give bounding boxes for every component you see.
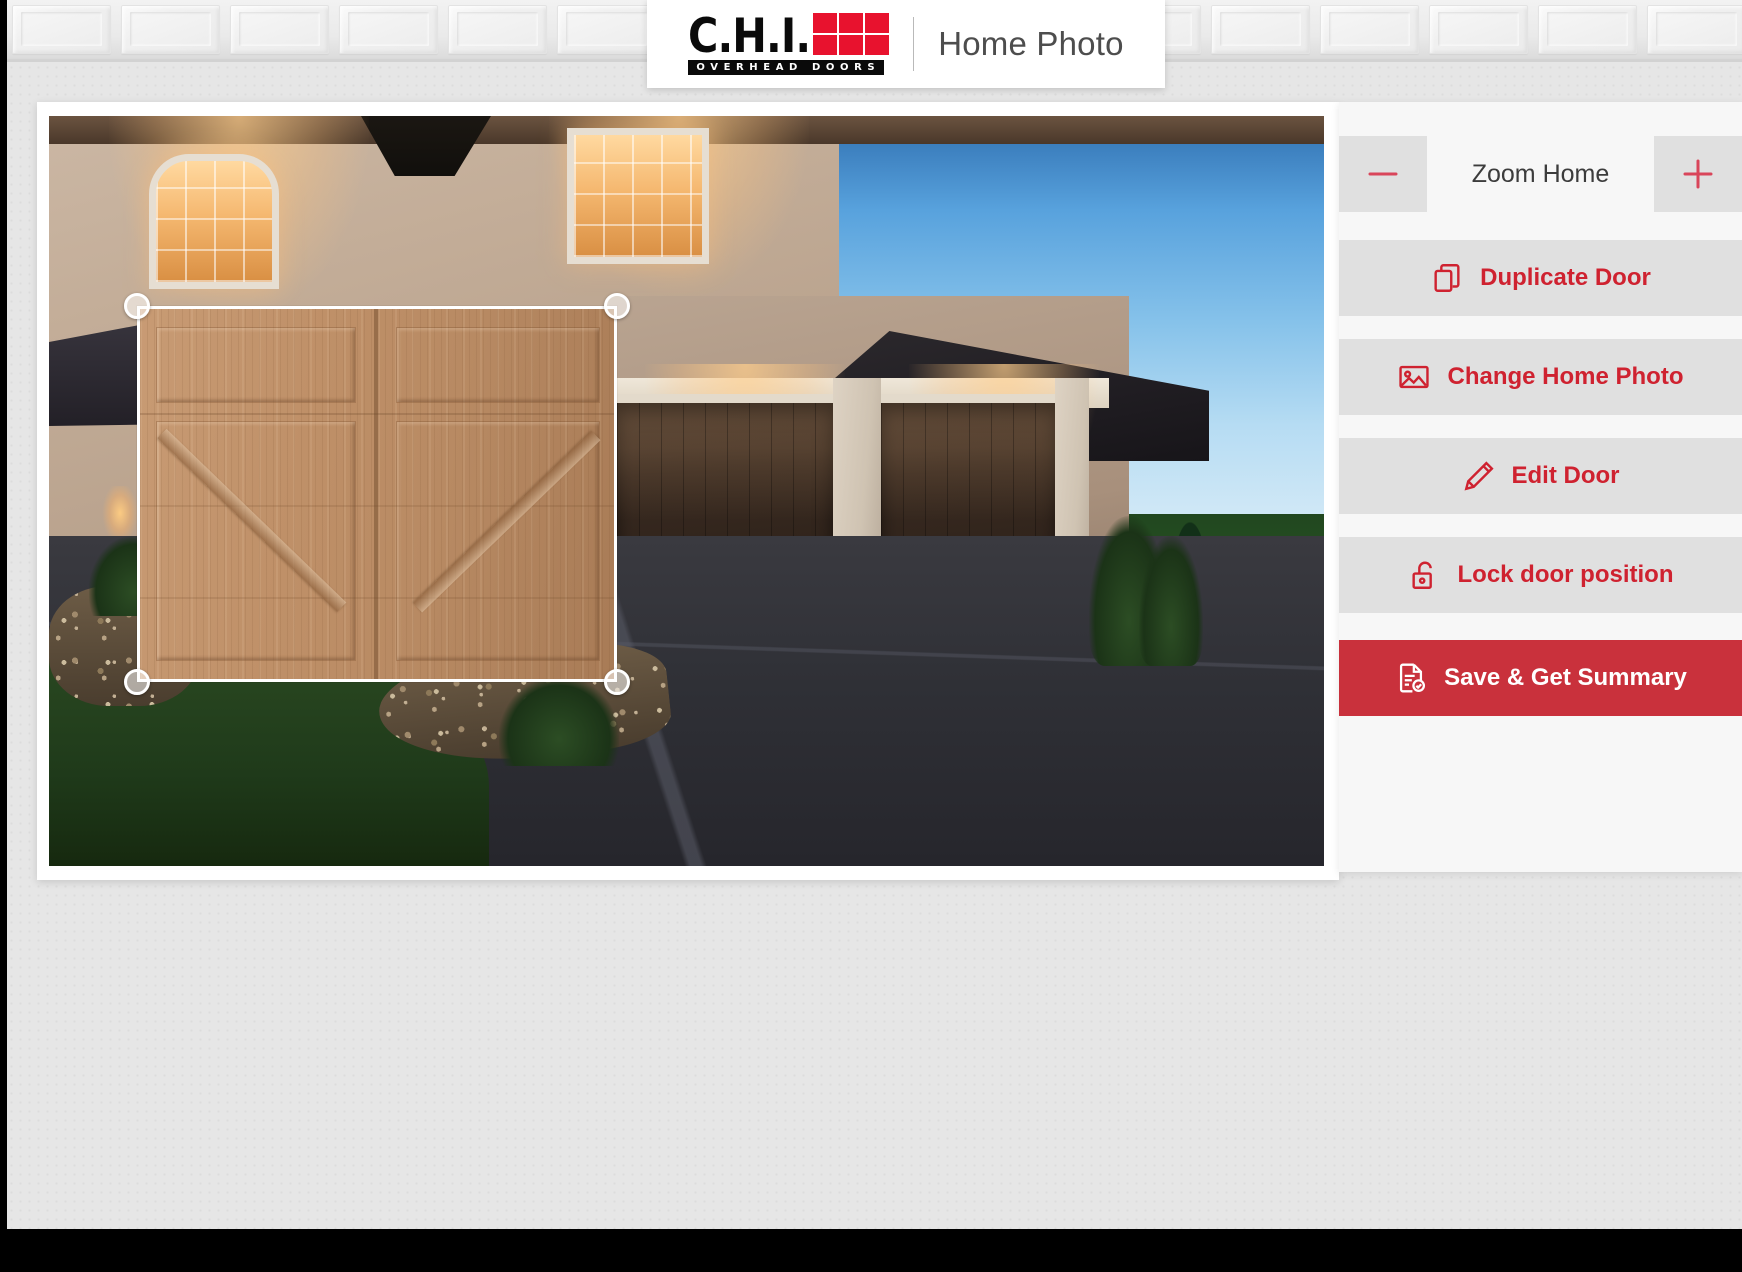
shrub: [499, 676, 619, 766]
document-check-icon: [1400, 663, 1426, 693]
upper-window-left: [149, 154, 279, 289]
zoom-in-button[interactable]: [1654, 136, 1742, 212]
door-section-seam: [140, 413, 614, 415]
pencil-icon: [1464, 461, 1494, 491]
door-panel-tile: [339, 5, 438, 54]
brand-divider: [913, 17, 915, 71]
zoom-home-control: Zoom Home: [1339, 136, 1742, 212]
door-section-seam: [140, 505, 614, 507]
change-home-photo-label: Change Home Photo: [1447, 363, 1684, 390]
duplicate-door-button[interactable]: Duplicate Door: [1339, 240, 1742, 316]
zoom-out-button[interactable]: [1339, 136, 1427, 212]
door-controls-panel: Zoom Home Duplicate Door Change Home Pho…: [1339, 102, 1742, 872]
home-photo-canvas[interactable]: [49, 116, 1324, 866]
edit-door-label: Edit Door: [1511, 462, 1620, 489]
door-center-stile: [374, 309, 378, 679]
resize-handle-bottom-left[interactable]: [124, 669, 150, 695]
lock-door-position-button[interactable]: Lock door position: [1339, 537, 1742, 613]
door-panel-tile: [12, 5, 111, 54]
chi-logo-text: C.H.I.: [688, 9, 811, 65]
minus-icon: [1368, 172, 1398, 176]
door-panel-tile: [1647, 5, 1742, 54]
lock-door-position-label: Lock door position: [1457, 561, 1674, 588]
door-panel-tile: [230, 5, 329, 54]
door-section-seam: [140, 597, 614, 599]
page-title: Home Photo: [938, 25, 1124, 62]
edit-door-button[interactable]: Edit Door: [1339, 438, 1742, 514]
chi-logo[interactable]: C.H.I. OVERHEAD DOORS: [688, 9, 890, 75]
unlock-icon: [1411, 561, 1432, 589]
plus-icon: [1683, 159, 1713, 189]
zoom-home-label: Zoom Home: [1471, 159, 1610, 188]
door-panel-tile: [557, 5, 656, 54]
app-viewport: C.H.I. OVERHEAD DOORS Home Photo Zoom Ho…: [7, 0, 1742, 1229]
change-home-photo-button[interactable]: Change Home Photo: [1339, 339, 1742, 415]
photo-card: [37, 102, 1339, 880]
chi-grid-icon: [813, 13, 890, 55]
resize-handle-top-right[interactable]: [604, 293, 630, 319]
door-panel-tile: [1429, 5, 1528, 54]
door-panel-top-left: [156, 327, 356, 403]
selected-door-overlay[interactable]: [124, 293, 630, 695]
door-panel-tile: [1211, 5, 1310, 54]
door-panel-tile: [1538, 5, 1637, 54]
door-panel-tile: [1320, 5, 1419, 54]
image-icon: [1399, 365, 1430, 389]
door-panel-tile: [121, 5, 220, 54]
brand-header: C.H.I. OVERHEAD DOORS Home Photo: [647, 0, 1165, 88]
door-panel-tile: [448, 5, 547, 54]
duplicate-door-label: Duplicate Door: [1480, 264, 1651, 291]
resize-handle-top-left[interactable]: [124, 293, 150, 319]
upper-window-right: [567, 128, 709, 264]
cypress-tree: [1139, 536, 1203, 666]
door-panel-top-right: [396, 327, 600, 403]
save-and-get-summary-button[interactable]: Save & Get Summary: [1339, 640, 1742, 716]
copy-icon: [1434, 264, 1460, 292]
save-and-get-summary-label: Save & Get Summary: [1444, 664, 1687, 691]
resize-handle-bottom-right[interactable]: [604, 669, 630, 695]
